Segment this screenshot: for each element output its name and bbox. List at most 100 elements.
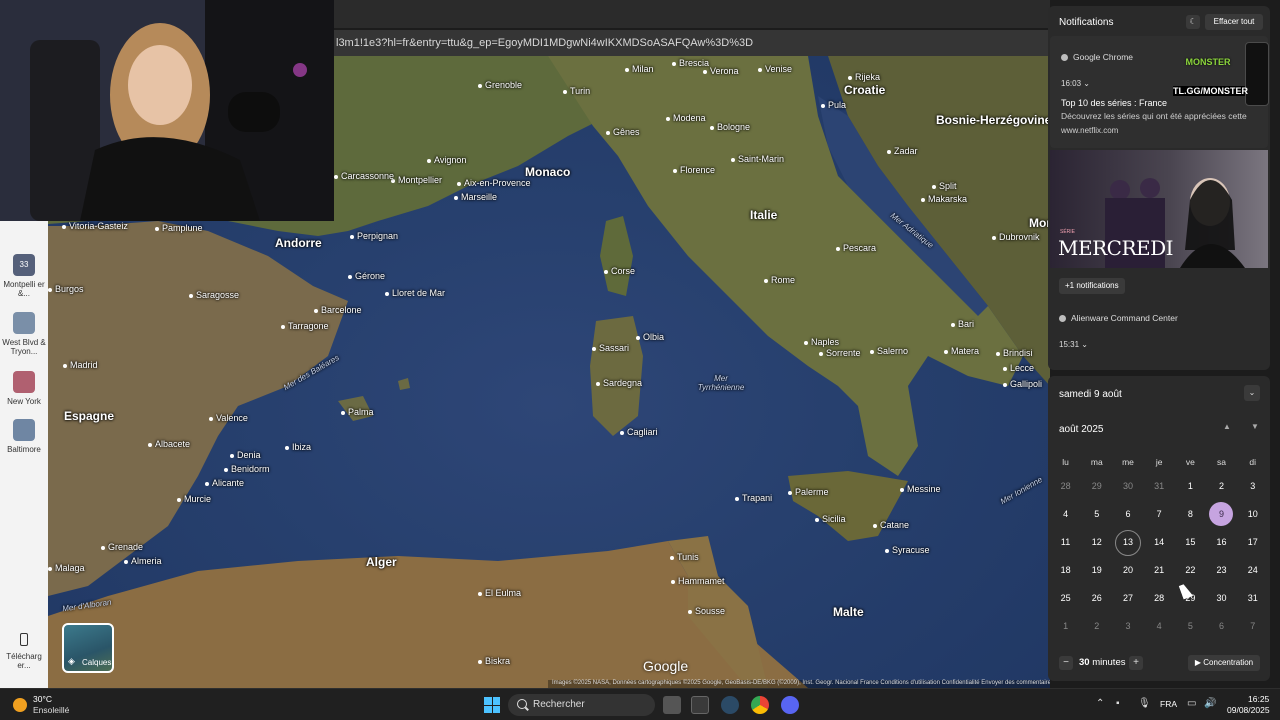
chrome-icon[interactable] [751, 696, 769, 714]
calendar-day[interactable]: 28 [1050, 472, 1081, 500]
more-notifications-button[interactable]: +1 notifications [1059, 278, 1125, 294]
calendar-day[interactable]: 6 [1112, 500, 1143, 528]
calendar-day[interactable]: 5 [1081, 500, 1112, 528]
chevron-up-icon[interactable]: ⌃ [1096, 698, 1104, 709]
notification-time[interactable]: 15:31 ⌄ [1059, 340, 1088, 349]
calendar-day-number: 5 [1094, 509, 1100, 519]
calendar-day[interactable]: 4 [1050, 500, 1081, 528]
calendar-day[interactable]: 2 [1206, 472, 1237, 500]
map-label-city: Syracuse [885, 545, 930, 555]
taskbar-search[interactable]: Rechercher [508, 694, 655, 716]
calendar-day[interactable]: 30 [1206, 584, 1237, 612]
increase-focus-button[interactable]: + [1129, 656, 1143, 670]
volume-icon[interactable]: 🔊 [1204, 698, 1216, 709]
map-label-city: Sousse [688, 606, 725, 616]
calendar-day[interactable]: 1 [1050, 612, 1081, 640]
calendar-day[interactable]: 3 [1112, 612, 1143, 640]
sun-icon[interactable] [13, 698, 27, 712]
map-attribution[interactable]: Images ©2025 NASA, Données cartographiqu… [548, 680, 1050, 688]
clock-time[interactable]: 16:25 [1248, 694, 1269, 704]
map-label-city: Marseille [454, 192, 497, 202]
weather-temperature[interactable]: 30°C [33, 694, 52, 704]
start-focus-button[interactable]: ▶ Concentration [1188, 655, 1260, 671]
microphone-icon[interactable]: 🎙 [1138, 698, 1151, 709]
network-icon[interactable]: ▭ [1187, 698, 1196, 709]
calendar-month-label[interactable]: août 2025 [1059, 424, 1104, 435]
calendar-day[interactable]: 11 [1050, 528, 1081, 556]
calendar-day[interactable]: 22 [1175, 556, 1206, 584]
calendar-day[interactable]: 4 [1144, 612, 1175, 640]
map-label-city: Pescara [836, 243, 876, 253]
calendar-day-number: 31 [1154, 481, 1165, 491]
calendar-day[interactable]: 8 [1175, 500, 1206, 528]
map-label-city: Florence [673, 165, 715, 175]
calendar-day[interactable]: 26 [1081, 584, 1112, 612]
next-month-button[interactable]: ▼ [1251, 422, 1259, 431]
calendar-day[interactable]: 25 [1050, 584, 1081, 612]
monster-ad-text: TL.GG/MONSTER [1173, 86, 1248, 96]
calendar-day[interactable]: 12 [1081, 528, 1112, 556]
task-view-icon[interactable] [663, 696, 681, 714]
monster-logo: MONSTER [1185, 57, 1231, 67]
calendar-day[interactable]: 3 [1237, 472, 1268, 500]
calendar-day[interactable]: 17 [1237, 528, 1268, 556]
calendar-day[interactable]: 23 [1206, 556, 1237, 584]
gear-icon[interactable] [721, 696, 739, 714]
download-app-button[interactable]: Télécharg er... [0, 633, 48, 670]
calendar-day[interactable]: 13 [1112, 528, 1143, 556]
calendar-day[interactable]: 1 [1175, 472, 1206, 500]
recent-place-item[interactable]: Baltimore [0, 419, 48, 454]
language-indicator[interactable]: FRA [1160, 699, 1177, 709]
calendar-day[interactable]: 2 [1081, 612, 1112, 640]
calendar-day[interactable]: 14 [1144, 528, 1175, 556]
previous-month-button[interactable]: ▲ [1223, 422, 1231, 431]
calendar-day[interactable]: 10 [1237, 500, 1268, 528]
calendar-day[interactable]: 24 [1237, 556, 1268, 584]
calendar-day[interactable]: 9 [1206, 500, 1237, 528]
clock-date[interactable]: 09/08/2025 [1227, 705, 1270, 715]
app-icon[interactable] [691, 696, 709, 714]
calendar-day[interactable]: 7 [1237, 612, 1268, 640]
address-bar[interactable]: l3m1!1e3?hl=fr&entry=ttu&g_ep=EgoyMDI1MD… [334, 30, 1050, 56]
recent-place-item[interactable]: New York [0, 371, 48, 406]
map-label-city: Salerno [870, 346, 908, 356]
calendar-day[interactable]: 15 [1175, 528, 1206, 556]
map-label-city: Brindisi [996, 348, 1033, 358]
map-label-city: Madrid [63, 360, 98, 370]
notification-card-chrome[interactable]: Google Chrome 16:03 ⌄ Top 10 des séries … [1050, 36, 1269, 148]
map-label-city: Corse [604, 266, 635, 276]
app-tray-icon[interactable]: ▪ [1116, 698, 1120, 709]
calendar-day[interactable]: 31 [1144, 472, 1175, 500]
calendar-day[interactable]: 6 [1206, 612, 1237, 640]
calendar-day[interactable]: 21 [1144, 556, 1175, 584]
calendar-day[interactable]: 27 [1112, 584, 1143, 612]
discord-icon[interactable] [781, 696, 799, 714]
map-label-city: Burgos [48, 284, 84, 294]
calendar-day[interactable]: 19 [1081, 556, 1112, 584]
calendar-day[interactable]: 29 [1081, 472, 1112, 500]
collapse-calendar-button[interactable]: ⌄ [1244, 385, 1260, 401]
recent-place-item[interactable]: West Blvd & Tryon... [0, 312, 48, 356]
calendar-day[interactable]: 30 [1112, 472, 1143, 500]
calendar-day-number: 30 [1122, 481, 1133, 491]
start-button[interactable] [484, 697, 500, 713]
do-not-disturb-button[interactable]: ☾ [1186, 15, 1200, 29]
calendar-day[interactable]: 7 [1144, 500, 1175, 528]
calendar-day[interactable]: 20 [1112, 556, 1143, 584]
decrease-focus-button[interactable]: − [1059, 656, 1073, 670]
calendar-day[interactable]: 5 [1175, 612, 1206, 640]
calendar-day-number: 3 [1125, 621, 1131, 631]
calendar-day[interactable]: 18 [1050, 556, 1081, 584]
calendar-day-number: 2 [1219, 481, 1225, 491]
calendar-day[interactable]: 31 [1237, 584, 1268, 612]
calendar-day[interactable]: 28 [1144, 584, 1175, 612]
clear-all-button[interactable]: Effacer tout [1205, 14, 1263, 30]
recent-place-label: Montpelli er &... [3, 280, 45, 298]
calendar-day[interactable]: 16 [1206, 528, 1237, 556]
weather-description[interactable]: Ensoleillé [33, 705, 69, 715]
layers-button[interactable]: ◈ Calques [62, 623, 114, 673]
notification-time[interactable]: 16:03 ⌄ [1061, 79, 1090, 88]
recent-place-item[interactable]: 33 Montpelli er &... [0, 254, 48, 298]
notification-hero-image[interactable]: SÉRIE MERCREDI [1050, 150, 1268, 268]
map-label-city: Lloret de Mar [385, 288, 445, 298]
